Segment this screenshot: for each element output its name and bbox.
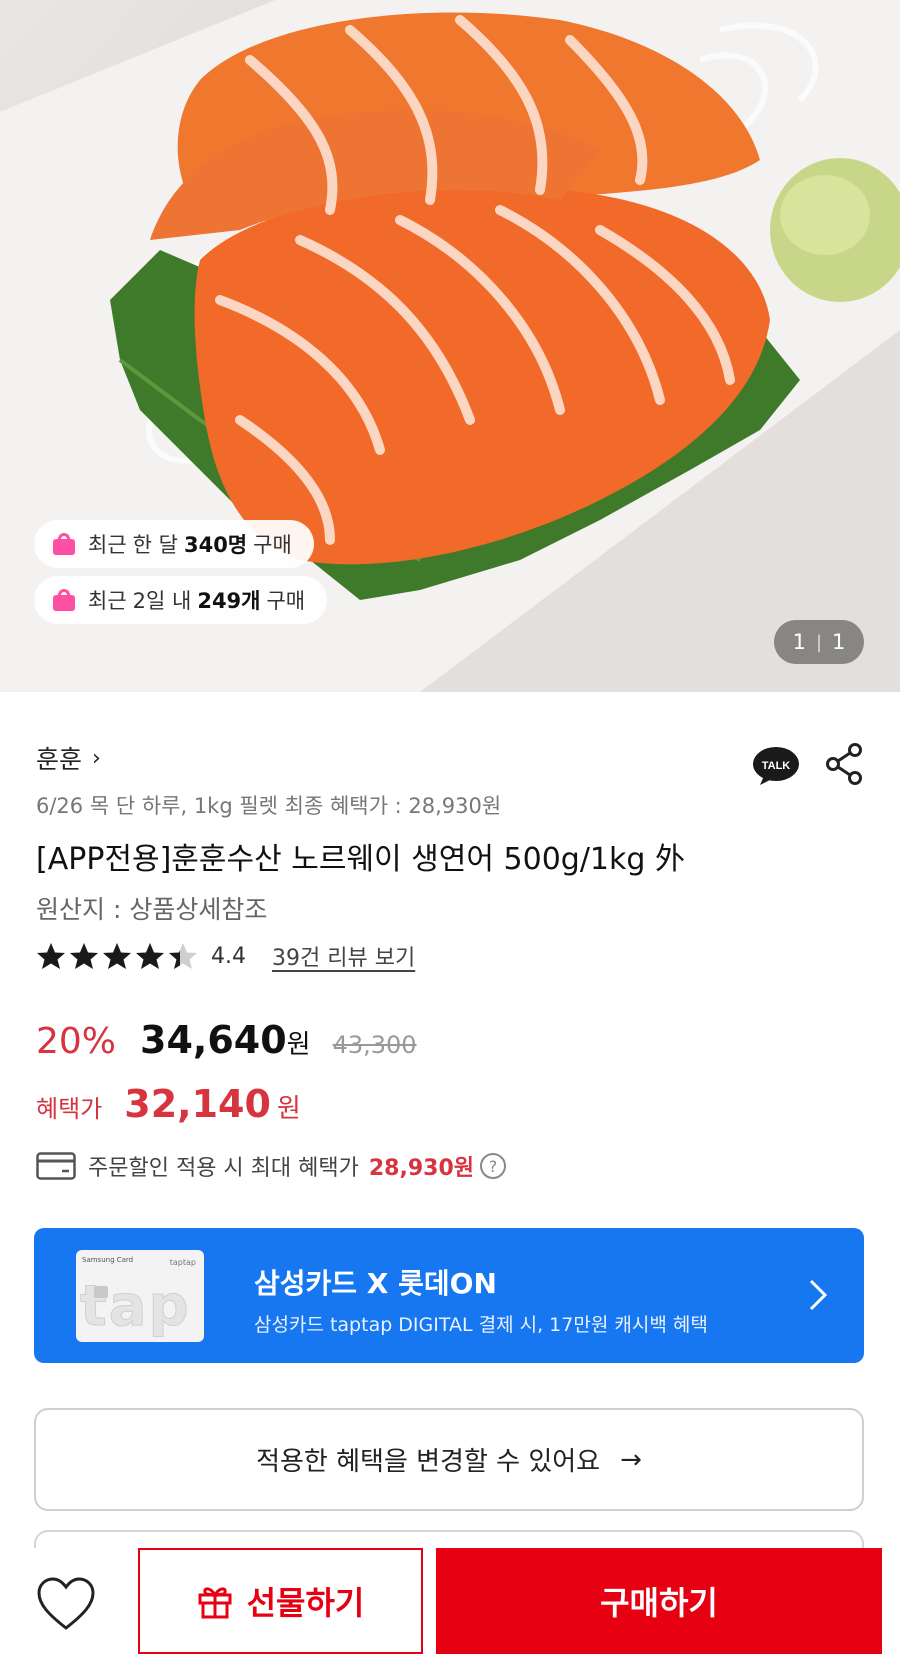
product-image[interactable]: 최근 한 달 340명 구매 최근 2일 내 249개 구매 1 | 1 — [0, 0, 900, 692]
product-title: [APP전용]훈훈수산 노르웨이 생연어 500g/1kg 外 — [36, 842, 685, 877]
rating-row: 4.4 39건 리뷰 보기 — [36, 940, 415, 972]
star-icon — [169, 943, 197, 969]
discount-rate: 20% — [36, 1021, 117, 1062]
image-counter: 1 | 1 — [774, 620, 864, 664]
star-icon — [136, 943, 164, 969]
benefit-label: 혜택가 — [36, 1095, 103, 1123]
card-icon — [36, 1152, 76, 1180]
max-benefit-value: 28,930원 — [368, 1156, 474, 1181]
bottom-action-bar: 선물하기 구매하기 — [0, 1548, 900, 1669]
banner-subtitle: 삼성카드 taptap DIGITAL 결제 시, 17만원 캐시백 혜택 — [254, 1314, 708, 1336]
max-benefit-row: 주문할인 적용 시 최대 혜택가 28,930원 ? — [36, 1150, 506, 1182]
banner-title: 삼성카드 X 롯데ON — [254, 1267, 497, 1300]
original-price: 43,300 — [332, 1031, 417, 1059]
heart-icon[interactable] — [36, 1576, 96, 1632]
promo-text: 6/26 목 단 하루, 1kg 필렛 최종 혜택가 : 28,930원 — [36, 794, 502, 818]
talk-icon[interactable]: TALK — [752, 746, 800, 786]
buy-button[interactable]: 구매하기 — [436, 1548, 882, 1654]
samsung-card-image: Samsung Card taptap tap — [76, 1250, 204, 1342]
seller-link[interactable]: 훈훈 › — [36, 740, 101, 776]
sale-price: 34,640 — [140, 1018, 287, 1062]
gift-button[interactable]: 선물하기 — [138, 1548, 423, 1654]
star-rating — [36, 942, 201, 970]
change-benefits-button[interactable]: 적용한 혜택을 변경할 수 있어요 → — [34, 1408, 864, 1511]
origin-info: 원산지 : 상품상세참조 — [36, 895, 268, 924]
shopping-bag-icon — [52, 589, 76, 611]
star-icon — [37, 943, 65, 969]
chevron-right-icon: › — [92, 745, 101, 771]
max-benefit-label: 주문할인 적용 시 최대 혜택가 — [88, 1156, 359, 1181]
purchase-count-badge-month: 최근 한 달 340명 구매 — [34, 520, 314, 568]
shopping-bag-icon — [52, 533, 76, 555]
currency-unit: 원 — [286, 1030, 311, 1060]
card-promo-banner[interactable]: Samsung Card taptap tap 삼성카드 X 롯데ON 삼성카드… — [34, 1228, 864, 1363]
share-icon[interactable] — [824, 742, 864, 786]
review-link[interactable]: 39건 리뷰 보기 — [272, 940, 415, 972]
price-row: 20% 34,640 원 43,300 — [36, 1018, 417, 1062]
arrow-right-icon: → — [620, 1444, 642, 1475]
svg-text:TALK: TALK — [762, 760, 791, 772]
purchase-count-badge-2days: 최근 2일 내 249개 구매 — [34, 576, 328, 624]
gift-icon — [198, 1587, 232, 1619]
help-icon[interactable]: ? — [480, 1153, 506, 1179]
chevron-right-icon — [809, 1279, 828, 1311]
star-icon — [103, 943, 131, 969]
benefit-currency: 원 — [276, 1094, 301, 1124]
benefit-price: 32,140 — [124, 1082, 271, 1126]
star-icon — [70, 943, 98, 969]
rating-score: 4.4 — [211, 943, 246, 969]
benefit-price-row: 혜택가 32,140 원 — [36, 1082, 301, 1126]
